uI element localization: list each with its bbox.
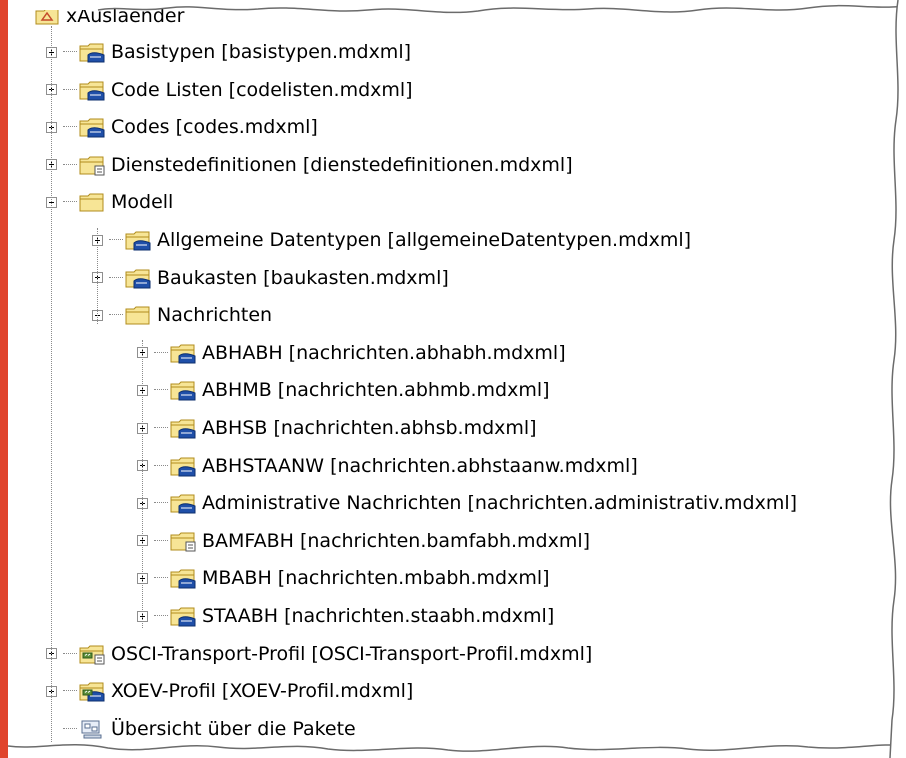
tree-connector [63,201,77,203]
tree-connector [63,51,77,53]
tree-item-label: Administrative Nachrichten [nachrichten.… [202,492,798,515]
profile-shared-icon [79,682,105,702]
tree-item[interactable]: OSCI-Transport-Profil [OSCI-Transport-Pr… [46,637,592,671]
package-icon [125,306,150,325]
tree-item[interactable]: BAMFABH [nachrichten.bamfabh.mdxml] [137,524,590,558]
tree-item[interactable]: Übersicht über die Pakete [46,712,356,746]
tree-connector [109,276,123,279]
window-red-edge [0,0,8,758]
shared-package-icon [170,494,196,514]
readonly-package-icon [79,156,105,176]
tree-item[interactable]: Administrative Nachrichten [nachrichten.… [137,486,797,520]
shared-package-icon [170,419,196,439]
tree-item[interactable]: Allgemeine Datentypen [allgemeineDatenty… [92,223,691,257]
shared-package-icon [170,344,196,364]
shared-package-icon [170,381,196,401]
tree-connector [109,239,123,241]
tree-item[interactable]: Modell [46,185,173,219]
tree-connector [63,690,77,692]
tree-item-label: OSCI-Transport-Profil [OSCI-Transport-Pr… [111,642,593,665]
tree-connector [63,88,77,91]
tree-item[interactable]: STAABH [nachrichten.staabh.mdxml] [137,599,554,633]
tree-item[interactable]: ABHSTAANW [nachrichten.abhstaanw.mdxml] [137,449,638,483]
tree-connector [63,163,77,166]
shared-package-icon [170,607,196,627]
tree-connector [63,126,77,128]
tree-item-label: Modell [111,191,174,214]
tree-item-label: STAABH [nachrichten.staabh.mdxml] [202,605,555,627]
tree-connector [154,464,168,467]
tree-item-label: Codes [codes.mdxml] [111,116,318,139]
shared-package-icon [170,569,196,589]
package-icon [79,193,104,212]
shared-package-icon [79,43,105,63]
tree-item-label: Code Listen [codelisten.mdxml] [111,78,413,101]
tree-guide-line [142,340,143,628]
tree-connector [109,314,123,316]
tree-item-label: Übersicht über die Pakete [111,717,356,740]
tree-item[interactable]: Baukasten [baukasten.mdxml] [92,261,449,295]
tree-connector [63,652,77,655]
tree-connector [63,727,77,730]
tree-item[interactable]: ABHABH [nachrichten.abhabh.mdxml] [137,336,566,370]
tree-item[interactable]: XOEV-Profil [XOEV-Profil.mdxml] [46,674,413,708]
shared-package-icon [125,231,151,251]
tree-item[interactable]: ABHSB [nachrichten.abhsb.mdxml] [137,411,537,445]
tree-item-label: Nachrichten [157,304,273,327]
tree-item[interactable]: Dienstedefinitionen [dienstedefinitionen… [46,148,573,182]
diagram-icon [81,720,102,739]
tree-connector [154,351,168,354]
tree-item-label: ABHMB [nachrichten.abhmb.mdxml] [202,379,550,402]
tree-connector [154,539,168,542]
tree-guide-line [51,26,52,742]
shared-package-icon [170,457,196,477]
tree-item[interactable]: Codes [codes.mdxml] [46,110,318,144]
tree-connector [154,577,168,579]
tree-item-label: ABHSB [nachrichten.abhsb.mdxml] [202,417,537,439]
tree-connector [154,615,168,617]
shared-package-icon [79,118,105,138]
tree-root[interactable]: xAuslaender [34,0,184,33]
model-root-icon [35,8,59,25]
readonly-package-icon [170,532,196,552]
tree-item[interactable]: Nachrichten [92,298,272,332]
tree-item[interactable]: Basistypen [basistypen.mdxml] [46,35,411,69]
tree-item-label: BAMFABH [nachrichten.bamfabh.mdxml] [202,529,591,552]
tree-item[interactable]: ABHMB [nachrichten.abhmb.mdxml] [137,373,550,407]
containment-tree: xAuslaender Basistypen [basistypen.mdxml… [10,0,900,758]
tree-item[interactable]: MBABH [nachrichten.mbabh.mdxml] [137,561,550,595]
tree-item-label: ABHABH [nachrichten.abhabh.mdxml] [202,341,566,364]
tree-item-label: MBABH [nachrichten.mbabh.mdxml] [202,567,550,590]
tree-item[interactable]: Code Listen [codelisten.mdxml] [46,73,413,107]
tree-item-label: XOEV-Profil [XOEV-Profil.mdxml] [111,680,414,703]
tree-connector [154,502,168,504]
profile-readonly-icon [79,645,105,665]
tree-connector [154,389,168,391]
tree-root-label: xAuslaender [66,5,185,27]
tree-item-label: Allgemeine Datentypen [allgemeineDatenty… [157,229,692,251]
tree-guide-line [97,228,98,324]
tree-item-label: Basistypen [basistypen.mdxml] [111,41,412,63]
tree-connector [154,427,168,429]
shared-package-icon [79,81,105,101]
tree-item-label: Dienstedefinitionen [dienstedefinitionen… [111,153,573,176]
shared-package-icon [125,269,151,289]
tree-item-label: ABHSTAANW [nachrichten.abhstaanw.mdxml] [202,454,638,477]
tree-item-label: Baukasten [baukasten.mdxml] [157,266,449,289]
